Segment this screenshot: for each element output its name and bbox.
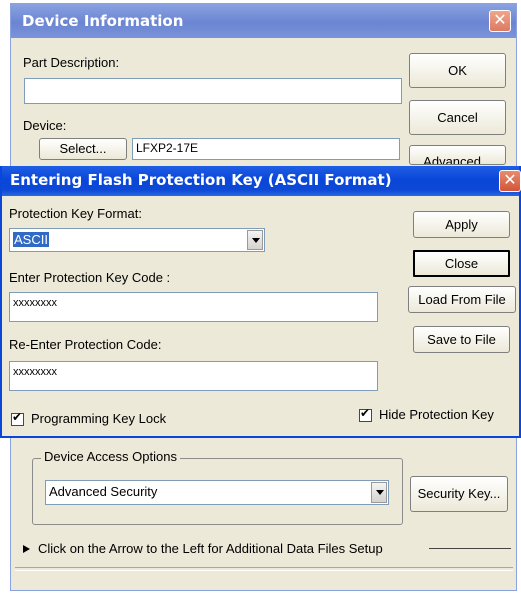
- flash-protection-key-close-button[interactable]: ✕: [499, 170, 521, 192]
- ok-button[interactable]: OK: [409, 53, 506, 88]
- advanced-button[interactable]: Advanced...: [409, 145, 506, 165]
- close-icon: ✕: [493, 10, 507, 29]
- device-access-options-label: Device Access Options: [41, 449, 180, 464]
- close-button[interactable]: Close: [413, 250, 510, 277]
- data-files-hint: Click on the Arrow to the Left for Addit…: [38, 541, 383, 556]
- device-access-options-dropdown[interactable]: Advanced Security: [45, 480, 389, 505]
- programming-key-lock-checkbox[interactable]: [11, 410, 24, 426]
- close-icon: ✕: [503, 170, 517, 189]
- security-key-button[interactable]: Security Key...: [410, 476, 508, 512]
- expand-arrow-icon[interactable]: [23, 545, 30, 553]
- reenter-protection-code-field[interactable]: xxxxxxxx: [9, 361, 378, 391]
- hide-protection-key-checkbox[interactable]: [359, 406, 372, 422]
- part-description-label: Part Description:: [23, 55, 120, 70]
- device-information-titlebar[interactable]: Device Information: [11, 4, 516, 38]
- protection-key-format-label: Protection Key Format:: [9, 206, 142, 221]
- part-description-field[interactable]: [24, 78, 402, 104]
- flash-protection-key-titlebar[interactable]: Entering Flash Protection Key (ASCII For…: [2, 166, 519, 196]
- device-label: Device:: [23, 118, 67, 133]
- enter-protection-key-code-field[interactable]: xxxxxxxx: [9, 292, 378, 322]
- device-access-options-value: Advanced Security: [49, 484, 158, 499]
- cancel-button[interactable]: Cancel: [409, 100, 506, 135]
- save-to-file-button[interactable]: Save to File: [413, 326, 510, 353]
- device-information-title: Device Information: [22, 12, 184, 30]
- load-from-file-button[interactable]: Load From File: [408, 286, 516, 313]
- enter-protection-key-code-label: Enter Protection Key Code :: [9, 270, 171, 285]
- hide-protection-key-label[interactable]: Hide Protection Key: [379, 407, 494, 422]
- bottom-divider: [15, 567, 513, 571]
- dropdown-arrow-icon[interactable]: [247, 230, 263, 250]
- apply-button[interactable]: Apply: [413, 211, 510, 238]
- protection-key-format-dropdown[interactable]: ASCII: [9, 228, 265, 252]
- reenter-protection-code-label: Re-Enter Protection Code:: [9, 337, 162, 352]
- dropdown-arrow-icon[interactable]: [371, 482, 387, 503]
- programming-key-lock-label[interactable]: Programming Key Lock: [31, 411, 166, 426]
- protection-key-format-value: ASCII: [13, 232, 49, 247]
- flash-protection-key-dialog: Entering Flash Protection Key (ASCII For…: [0, 166, 521, 438]
- hint-divider-line: [429, 548, 511, 549]
- flash-protection-key-title: Entering Flash Protection Key (ASCII For…: [10, 171, 392, 189]
- device-field[interactable]: LFXP2-17E: [132, 138, 400, 160]
- device-information-close-button[interactable]: ✕: [489, 10, 511, 32]
- select-device-button[interactable]: Select...: [39, 138, 127, 160]
